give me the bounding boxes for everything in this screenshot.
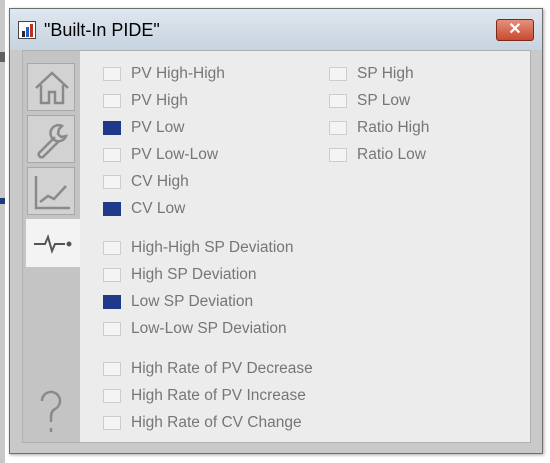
faceplate-client: PV High-High PV High PV Low PV Low-Low C… [22, 50, 531, 443]
checkbox[interactable] [103, 175, 121, 189]
checkbox[interactable] [103, 362, 121, 376]
wrench-icon [37, 123, 68, 159]
checkbox[interactable] [103, 121, 121, 135]
checkbox[interactable] [329, 94, 347, 108]
home-icon [35, 71, 69, 105]
background-window-edge [0, 0, 5, 463]
background-mark [0, 198, 5, 204]
window-title: "Built-In PIDE" [44, 20, 160, 40]
checkbox[interactable] [103, 416, 121, 430]
alarm-settings-panel: PV High-High PV High PV Low PV Low-Low C… [83, 51, 528, 442]
close-icon: ✕ [508, 21, 522, 38]
sidebar-item-home[interactable] [27, 63, 75, 111]
checkbox[interactable] [103, 389, 121, 403]
trend-chart-icon [34, 176, 70, 210]
checkbox[interactable] [329, 148, 347, 162]
checkbox[interactable] [103, 94, 121, 108]
sidebar-item-alarms[interactable] [26, 219, 80, 267]
checkbox[interactable] [103, 241, 121, 255]
checkbox[interactable] [103, 67, 121, 81]
checkbox[interactable] [103, 202, 121, 216]
checkbox[interactable] [103, 268, 121, 282]
question-icon [40, 390, 62, 432]
pulse-icon [34, 234, 72, 254]
sidebar-item-maintenance[interactable] [27, 115, 75, 163]
app-icon [18, 21, 36, 39]
checkbox[interactable] [103, 148, 121, 162]
help-button[interactable] [27, 381, 75, 441]
faceplate-window: "Built-In PIDE" ✕ PV High-High PV High P… [9, 8, 543, 454]
checkbox[interactable] [329, 121, 347, 135]
checkbox[interactable] [103, 322, 121, 336]
sidebar [23, 51, 80, 442]
sidebar-item-trends[interactable] [27, 167, 75, 215]
background-mark [0, 52, 5, 62]
close-button[interactable]: ✕ [496, 19, 534, 41]
checkbox[interactable] [103, 295, 121, 309]
checkbox[interactable] [329, 67, 347, 81]
title-bar[interactable]: "Built-In PIDE" ✕ [10, 9, 542, 50]
